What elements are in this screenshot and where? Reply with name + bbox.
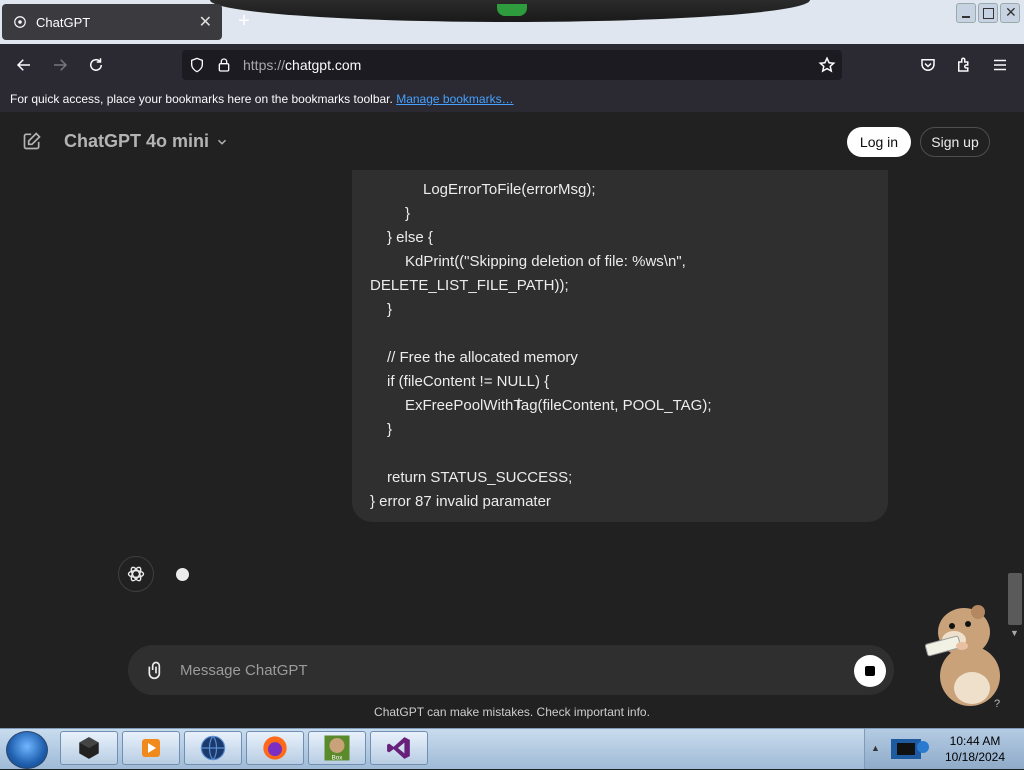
code-line: // Free the allocated memory: [387, 349, 578, 366]
lock-icon[interactable]: [216, 56, 232, 79]
taskbar-globe-icon[interactable]: [184, 731, 242, 765]
close-window-button[interactable]: ✕: [1000, 3, 1020, 23]
browser-tab[interactable]: ChatGPT ✕: [2, 4, 222, 40]
scroll-down-icon[interactable]: ▼: [1010, 628, 1019, 638]
bookmarks-hint: For quick access, place your bookmarks h…: [10, 92, 514, 106]
taskbar-visual-studio-icon[interactable]: [370, 731, 428, 765]
message-composer: Message ChatGPT: [128, 645, 894, 695]
windows-taskbar: Box ▲ 10:44 AM 10/18/2024: [0, 728, 1024, 769]
extensions-icon[interactable]: [952, 53, 976, 77]
scrollbar-thumb[interactable]: [1008, 573, 1022, 625]
chatgpt-favicon-icon: [12, 14, 28, 30]
wallpaper-accent: [497, 4, 527, 16]
new-tab-icon[interactable]: +: [232, 9, 256, 33]
code-line: }: [387, 301, 393, 318]
tab-title: ChatGPT: [36, 14, 91, 30]
chevron-down-icon: [218, 139, 227, 145]
taskbar-clock[interactable]: 10:44 AM 10/18/2024: [940, 733, 1010, 765]
back-icon[interactable]: [12, 53, 36, 77]
taskbar-box-app-icon[interactable]: Box: [308, 731, 366, 765]
restore-window-button[interactable]: [978, 3, 998, 23]
typing-indicator: [176, 568, 189, 581]
browser-navbar: https://chatgpt.com: [0, 44, 1024, 86]
code-line: return STATUS_SUCCESS;: [387, 469, 573, 486]
signup-button[interactable]: Sign up: [920, 127, 990, 157]
taskbar-app-cube-icon[interactable]: [60, 731, 118, 765]
taskbar-firefox-icon[interactable]: [246, 731, 304, 765]
model-selector[interactable]: ChatGPT 4o mini: [64, 131, 229, 152]
code-line: } error 87 invalid paramater: [370, 493, 551, 510]
code-line: DELETE_LIST_FILE_PATH));: [370, 277, 569, 294]
page-scrollbar[interactable]: ▼: [1006, 170, 1024, 645]
new-chat-icon[interactable]: [22, 131, 42, 156]
code-line: if (fileContent != NULL) {: [387, 373, 550, 390]
message-input[interactable]: Message ChatGPT: [180, 662, 308, 679]
bookmarks-toolbar: For quick access, place your bookmarks h…: [0, 86, 1024, 112]
openai-logo-icon: [127, 566, 145, 582]
disclaimer-text: ChatGPT can make mistakes. Check importa…: [374, 705, 650, 719]
code-line: ExFreePoolWithTag(fileContent, POOL_TAG)…: [405, 397, 712, 414]
model-name: ChatGPT 4o mini: [64, 131, 210, 151]
user-message-bubble: ntr xxxx (... status), LogErrorToFile(er…: [352, 150, 888, 522]
code-line: KdPrint(("Skipping deletion of file: %ws…: [405, 253, 686, 270]
hamster-desktop-pet[interactable]: [918, 598, 1006, 710]
stop-icon: [865, 666, 875, 676]
code-line: }: [405, 205, 411, 222]
url-text[interactable]: https://chatgpt.com: [243, 57, 361, 73]
pocket-icon[interactable]: [916, 53, 940, 77]
url-bar[interactable]: https://chatgpt.com: [182, 50, 842, 80]
browser-tab-strip: ChatGPT ✕ + ✕: [0, 0, 1024, 44]
code-line: } else {: [387, 229, 433, 246]
stop-generating-button[interactable]: [854, 655, 886, 687]
bookmark-star-icon[interactable]: [818, 56, 836, 79]
reload-icon[interactable]: [84, 53, 108, 77]
start-button[interactable]: [6, 731, 48, 769]
chat-header: ChatGPT 4o mini Log in Sign up: [0, 112, 1024, 170]
bookmarks-hint-text: For quick access, place your bookmarks h…: [10, 92, 393, 106]
paperclip-icon[interactable]: [146, 659, 166, 686]
code-line: LogErrorToFile(errorMsg);: [423, 181, 596, 198]
text-cursor-icon: I: [517, 395, 521, 411]
tracking-protection-icon[interactable]: [189, 56, 205, 79]
code-line: }: [387, 421, 393, 438]
forward-icon[interactable]: [48, 53, 72, 77]
minimize-window-button[interactable]: [956, 3, 976, 23]
help-icon[interactable]: ?: [994, 698, 1000, 710]
assistant-avatar: [118, 556, 154, 592]
clock-time: 10:44 AM: [949, 734, 1001, 748]
network-tray-icon[interactable]: [887, 733, 933, 770]
manage-bookmarks-link[interactable]: Manage bookmarks…: [396, 92, 513, 106]
menu-icon[interactable]: [988, 53, 1012, 77]
svg-text:Box: Box: [332, 754, 344, 761]
show-hidden-icons-icon[interactable]: ▲: [871, 743, 880, 753]
taskbar-media-player-icon[interactable]: [122, 731, 180, 765]
login-button[interactable]: Log in: [847, 127, 911, 157]
close-tab-icon[interactable]: ✕: [199, 12, 212, 32]
clock-date: 10/18/2024: [944, 750, 1006, 764]
